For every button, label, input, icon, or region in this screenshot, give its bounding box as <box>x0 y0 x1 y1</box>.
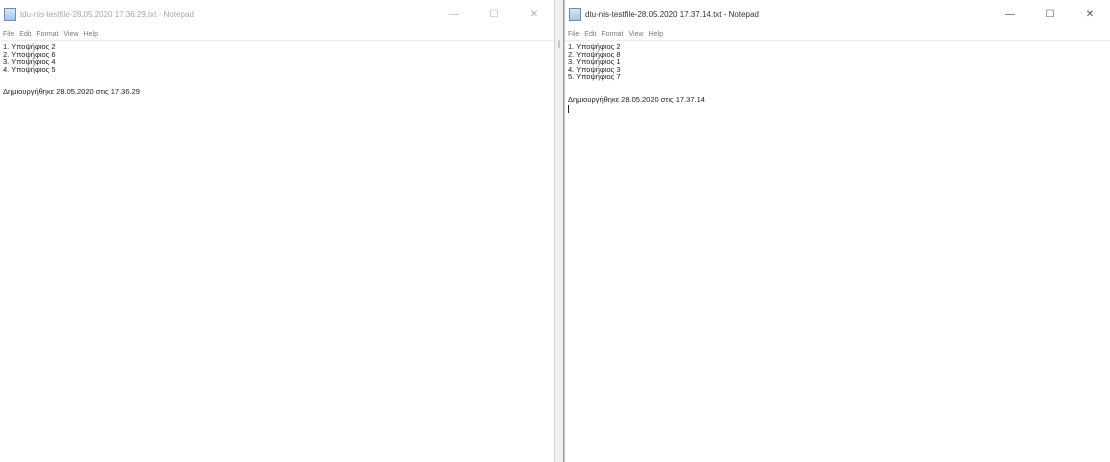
footer-line: Δημιουργήθηκε 28.05.2020 στις 17.36.29 <box>3 87 140 97</box>
menu-view[interactable]: View <box>629 31 644 38</box>
text-editor[interactable]: 1. Υποψήφιος 2 2. Υποψήφιος 8 3. Υποψήφι… <box>565 41 1110 461</box>
menu-help[interactable]: Help <box>84 31 98 38</box>
menu-format[interactable]: Format <box>36 31 58 38</box>
menu-file[interactable]: File <box>3 31 14 38</box>
window-title: dtu-nis-testfile-28.05.2020 17.37.14.txt… <box>585 9 759 19</box>
maximize-button[interactable]: ☐ <box>1030 0 1070 28</box>
text-line: 1. Υποψήφιος 2 <box>568 42 621 51</box>
menu-format[interactable]: Format <box>601 31 623 38</box>
notepad-icon <box>569 7 581 21</box>
notepad-window-left[interactable]: tdu-nis-testfile-28.05.2020 17.36.29.txt… <box>0 0 554 462</box>
window-controls: — ☐ ✕ <box>434 0 554 28</box>
minimize-button[interactable]: — <box>990 0 1030 28</box>
text-line: 2. Υποψήφιος 8 <box>568 49 621 59</box>
menu-help[interactable]: Help <box>649 31 663 38</box>
text-line: 5. Υποψήφιος 7 <box>568 72 621 82</box>
menu-edit[interactable]: Edit <box>19 31 31 38</box>
text-line: 3. Υποψήφιος 1 <box>568 57 621 67</box>
maximize-button[interactable]: ☐ <box>474 0 514 28</box>
menu-edit[interactable]: Edit <box>584 31 596 38</box>
text-line: 1. Υποψήφιος 2 <box>3 42 56 51</box>
window-title: tdu-nis-testfile-28.05.2020 17.36.29.txt… <box>20 9 194 19</box>
snap-divider[interactable] <box>554 0 564 462</box>
text-editor[interactable]: 1. Υποψήφιος 2 2. Υποψήφιος 6 3. Υποψήφι… <box>0 41 554 461</box>
title-bar[interactable]: dtu-nis-testfile-28.05.2020 17.37.14.txt… <box>565 0 1110 28</box>
menu-bar: File Edit Format View Help <box>565 28 1110 41</box>
notepad-window-right[interactable]: dtu-nis-testfile-28.05.2020 17.37.14.txt… <box>564 0 1110 462</box>
divider-grip[interactable] <box>558 40 560 48</box>
menu-view[interactable]: View <box>64 31 79 38</box>
close-button[interactable]: ✕ <box>514 0 554 28</box>
text-line: 4. Υποψήφιος 5 <box>3 64 56 74</box>
text-line: 3. Υποψήφιος 4 <box>3 57 56 67</box>
text-caret <box>568 104 569 113</box>
close-button[interactable]: ✕ <box>1070 0 1110 28</box>
menu-bar: File Edit Format View Help <box>0 28 554 41</box>
text-line: 2. Υποψήφιος 6 <box>3 49 56 59</box>
title-bar[interactable]: tdu-nis-testfile-28.05.2020 17.36.29.txt… <box>0 0 554 28</box>
minimize-button[interactable]: — <box>434 0 474 28</box>
footer-line: Δημιουργήθηκε 28.05.2020 στις 17.37.14 <box>568 94 705 104</box>
text-line: 4. Υποψήφιος 3 <box>568 64 621 74</box>
notepad-icon <box>4 7 16 21</box>
menu-file[interactable]: File <box>568 31 579 38</box>
window-controls: — ☐ ✕ <box>990 0 1110 28</box>
desktop: tdu-nis-testfile-28.05.2020 17.36.29.txt… <box>0 0 1110 462</box>
